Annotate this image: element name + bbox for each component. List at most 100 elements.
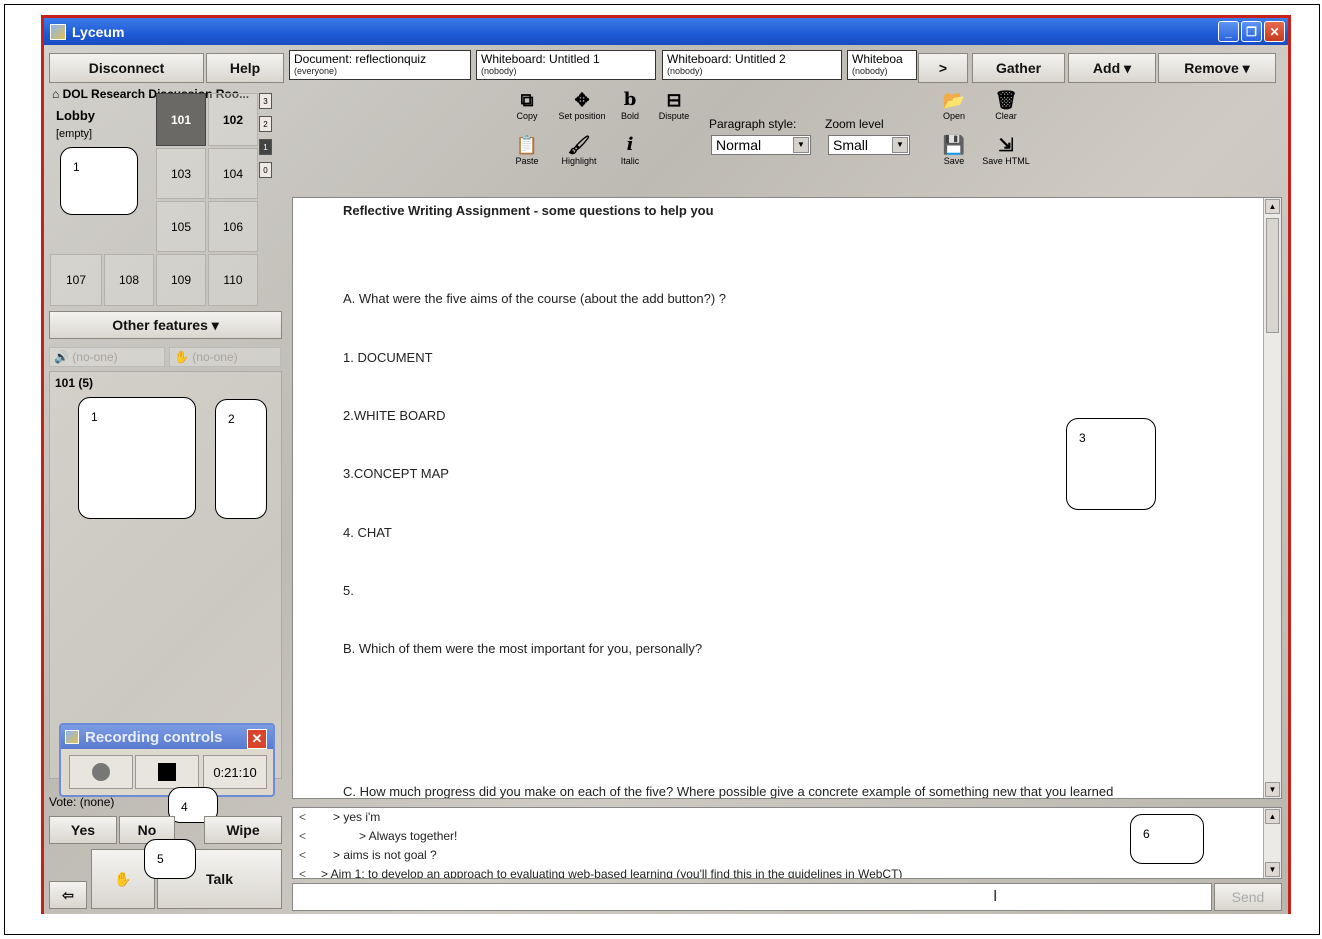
zoom-level-value: Small [833, 137, 869, 153]
scroll-thumb[interactable] [1266, 218, 1279, 333]
annotation-bubble: 2 [215, 399, 267, 519]
recording-title-bar: Recording controls ✕ [61, 725, 273, 749]
copy-icon: ⧉ [520, 90, 534, 110]
open-label: Open [942, 111, 966, 121]
vote-wipe-button[interactable]: Wipe [204, 816, 282, 844]
minimize-icon[interactable]: _ [1218, 21, 1239, 42]
annotation-bubble: 5 [144, 839, 196, 879]
clear-tool[interactable]: 🗑 Clear [981, 89, 1031, 121]
text-cursor-icon: I [993, 888, 998, 905]
tab-whiteboard-3[interactable]: Whiteboa (nobody) [847, 50, 917, 80]
room-109[interactable]: 109 [156, 254, 206, 306]
save-label: Save [943, 156, 965, 166]
tab-title: Whiteboa [852, 52, 903, 66]
recording-app-icon [65, 730, 79, 744]
paste-tool[interactable]: 📋 Paste [502, 134, 552, 166]
zoom-level-select[interactable]: Small ▼ [828, 135, 910, 155]
bold-label: Bold [620, 111, 639, 121]
recording-timer: 0:21:10 [203, 755, 267, 789]
chat-sender: < [299, 848, 307, 862]
tab-access: (everyone) [294, 66, 338, 76]
chat-input[interactable]: I [292, 883, 1212, 911]
floor-0[interactable]: 0 [259, 162, 272, 178]
scroll-down-icon[interactable]: ▼ [1265, 862, 1280, 877]
chat-text: > Aim 1: to develop an approach to evalu… [321, 867, 903, 879]
save-icon: 💾 [942, 135, 966, 155]
annotation-number: 2 [228, 412, 235, 426]
room-107[interactable]: 107 [50, 254, 102, 306]
document-editor[interactable]: Reflective Writing Assignment - some que… [292, 197, 1282, 799]
save-tool[interactable]: 💾 Save [929, 134, 979, 166]
annotation-number: 3 [1079, 431, 1086, 445]
room-102[interactable]: 102 [208, 93, 258, 146]
tab-document-reflectionquiz[interactable]: Document: reflectionquiz (everyone) [289, 50, 471, 80]
speaker-indicator: 🔊 (no-one) [49, 347, 165, 367]
app-content: Disconnect Help Document: reflectionquiz… [44, 45, 1288, 914]
restore-icon[interactable]: ❐ [1241, 21, 1262, 42]
window-title: Lyceum [72, 23, 125, 40]
copy-tool[interactable]: ⧉ Copy [502, 89, 552, 121]
bold-tool[interactable]: b Bold [610, 89, 650, 121]
document-scrollbar[interactable]: ▲ ▼ [1263, 198, 1281, 798]
room-110[interactable]: 110 [208, 254, 258, 306]
tab-access: (nobody) [852, 66, 888, 76]
room-101[interactable]: 101 [156, 93, 206, 146]
annotation-bubble: 6 [1130, 814, 1204, 864]
disconnect-button[interactable]: Disconnect [49, 53, 204, 83]
room-panel-title: 101 (5) [55, 376, 94, 390]
set-position-label: Set position [558, 111, 606, 121]
other-features-button[interactable]: Other features ▾ [49, 311, 282, 339]
italic-tool[interactable]: i Italic [610, 134, 650, 166]
chat-text: > aims is not goal ? [333, 848, 437, 862]
floor-3[interactable]: 3 [259, 93, 272, 109]
stop-button[interactable] [135, 755, 199, 789]
save-html-tool[interactable]: ⇲ Save HTML [981, 134, 1031, 166]
paste-label: Paste [515, 156, 539, 166]
paragraph-style-select[interactable]: Normal ▼ [711, 135, 811, 155]
tab-whiteboard-untitled-1[interactable]: Whiteboard: Untitled 1 (nobody) [476, 50, 656, 80]
scroll-down-icon[interactable]: ▼ [1265, 782, 1280, 797]
send-button[interactable]: Send [1214, 883, 1282, 911]
lobby-status: [empty] [56, 128, 93, 140]
clear-label: Clear [995, 111, 1017, 121]
exit-button[interactable]: ⇦ [49, 881, 87, 909]
highlight-icon: 🖌 [567, 135, 591, 155]
vote-yes-button[interactable]: Yes [49, 816, 117, 844]
highlight-tool[interactable]: 🖌 Highlight [554, 134, 604, 166]
close-icon[interactable]: ✕ [1264, 21, 1285, 42]
document-line: A. What were the five aims of the course… [343, 291, 726, 306]
close-icon[interactable]: ✕ [247, 729, 267, 749]
document-line: 2.WHITE BOARD [343, 408, 446, 423]
paste-icon: 📋 [515, 135, 539, 155]
record-button[interactable] [69, 755, 133, 789]
tab-access: (nobody) [667, 66, 703, 76]
dispute-label: Dispute [658, 111, 690, 121]
hand-icon: ✋ [114, 870, 132, 887]
dispute-tool[interactable]: ⊟ Dispute [649, 89, 699, 121]
open-tool[interactable]: 📂 Open [929, 89, 979, 121]
gather-button[interactable]: Gather [972, 53, 1065, 83]
record-icon [92, 763, 110, 781]
remove-button[interactable]: Remove ▾ [1158, 53, 1276, 83]
document-line: 1. DOCUMENT [343, 350, 433, 365]
more-tabs-button[interactable]: > [918, 53, 968, 83]
set-position-tool[interactable]: ✥ Set position [551, 89, 613, 121]
room-106[interactable]: 106 [208, 201, 258, 252]
chat-scrollbar[interactable]: ▲ ▼ [1263, 808, 1281, 878]
room-108[interactable]: 108 [104, 254, 154, 306]
room-105[interactable]: 105 [156, 201, 206, 252]
app-icon [50, 23, 66, 40]
help-button[interactable]: Help [206, 53, 284, 83]
tab-whiteboard-untitled-2[interactable]: Whiteboard: Untitled 2 (nobody) [662, 50, 842, 80]
room-103[interactable]: 103 [156, 148, 206, 199]
dispute-icon: ⊟ [666, 90, 682, 110]
scroll-up-icon[interactable]: ▲ [1265, 199, 1280, 214]
room-104[interactable]: 104 [208, 148, 258, 199]
floor-1[interactable]: 1 [259, 139, 272, 155]
add-button[interactable]: Add ▾ [1068, 53, 1156, 83]
scroll-up-icon[interactable]: ▲ [1265, 809, 1280, 824]
bold-icon: b [623, 89, 637, 110]
speaker-value: (no-one) [72, 350, 118, 364]
document-line: B. Which of them were the most important… [343, 641, 703, 656]
floor-2[interactable]: 2 [259, 116, 272, 132]
